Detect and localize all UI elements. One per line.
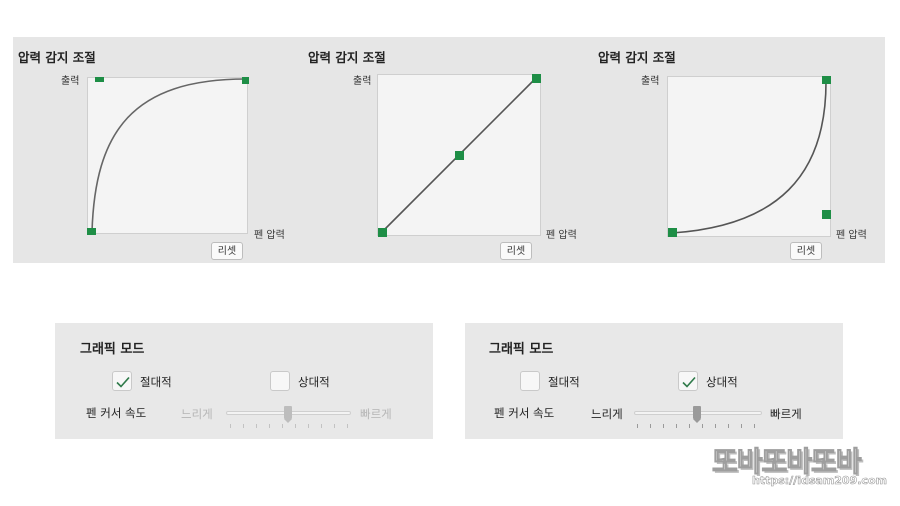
pressure-curve-section-3: 압력 감지 조절 출력 펜 압력 리셋: [593, 37, 883, 263]
curve-start-handle: [378, 228, 387, 237]
slow-label: 느리게: [591, 407, 623, 421]
watermark: 또바또바또바 https://idsam209.com: [706, 440, 894, 496]
pen-cursor-speed-slider[interactable]: [226, 403, 351, 429]
slider-thumb[interactable]: [284, 406, 292, 423]
pressure-curve-graph[interactable]: [87, 77, 249, 235]
curve-end-handle: [242, 77, 249, 84]
check-icon: [116, 376, 130, 388]
output-axis-label: 출력: [353, 76, 372, 87]
curve-plot-area: [667, 76, 831, 237]
check-icon: [682, 376, 696, 388]
input-axis-label: 펜 압력: [254, 230, 285, 241]
absolute-checkbox[interactable]: [520, 371, 540, 391]
relative-checkbox[interactable]: [678, 371, 698, 391]
curve-start-handle: [668, 228, 677, 237]
pressure-curve-section-2: 압력 감지 조절 출력 펜 압력 리셋: [303, 37, 593, 263]
relative-checkbox[interactable]: [270, 371, 290, 391]
absolute-label: 절대적: [140, 375, 172, 389]
pen-cursor-speed-label: 펜 커서 속도: [86, 406, 147, 420]
curve-mid-handle: [455, 151, 464, 160]
slider-ticks: [226, 424, 351, 429]
fast-label: 빠르게: [360, 407, 392, 421]
graphics-mode-title: 그래픽 모드: [489, 342, 554, 357]
input-axis-label: 펜 압력: [546, 230, 577, 241]
curve-control-handle: [822, 210, 831, 219]
curve-control-handle: [95, 77, 104, 82]
slider-thumb[interactable]: [693, 406, 701, 423]
pressure-curve-title: 압력 감지 조절: [18, 50, 96, 65]
curve-plot-area: [87, 77, 248, 234]
output-axis-label: 출력: [641, 76, 660, 87]
absolute-label: 절대적: [548, 375, 580, 389]
graphics-mode-panel-2: 그래픽 모드 절대적 상대적 펜 커서 속도 느리게 빠르게: [465, 323, 843, 439]
pressure-curve-graph[interactable]: [667, 76, 833, 238]
output-axis-label: 출력: [61, 76, 80, 87]
pen-cursor-speed-slider[interactable]: [634, 403, 762, 429]
pressure-settings-panel: 압력 감지 조절 출력 펜 압력 리셋 압력 감지 조절 출력 펜 압력 리셋 …: [13, 37, 885, 263]
graphics-mode-title: 그래픽 모드: [80, 342, 145, 357]
reset-button[interactable]: 리셋: [211, 242, 243, 260]
curve-end-handle: [822, 76, 831, 84]
pressure-curve-title: 압력 감지 조절: [598, 50, 676, 65]
reset-button[interactable]: 리셋: [500, 242, 532, 260]
reset-button[interactable]: 리셋: [790, 242, 822, 260]
watermark-url: https://idsam209.com: [752, 474, 888, 488]
curve-end-handle: [532, 74, 541, 83]
pressure-curve-title: 압력 감지 조절: [308, 50, 386, 65]
absolute-checkbox[interactable]: [112, 371, 132, 391]
pen-cursor-speed-label: 펜 커서 속도: [494, 406, 555, 420]
fast-label: 빠르게: [770, 407, 802, 421]
pressure-curve-graph[interactable]: [377, 74, 541, 237]
curve-start-handle: [87, 228, 96, 235]
slow-label: 느리게: [181, 407, 213, 421]
input-axis-label: 펜 압력: [836, 230, 867, 241]
graphics-mode-panel-1: 그래픽 모드 절대적 상대적 펜 커서 속도 느리게 빠르게: [55, 323, 433, 439]
slider-ticks: [634, 424, 762, 429]
relative-label: 상대적: [298, 375, 330, 389]
relative-label: 상대적: [706, 375, 738, 389]
pressure-curve-section-1: 압력 감지 조절 출력 펜 압력 리셋: [13, 37, 303, 263]
